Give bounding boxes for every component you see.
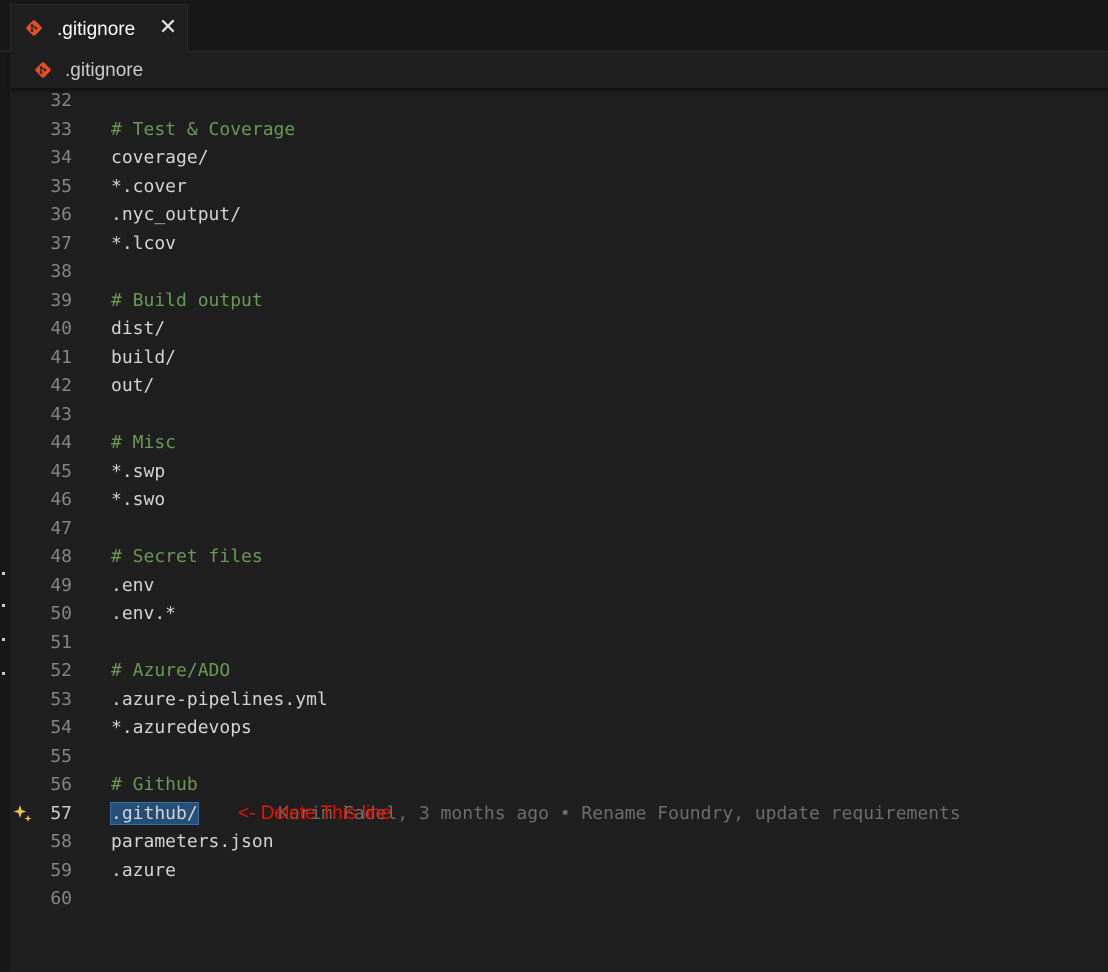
- code-line[interactable]: 41 build/: [10, 344, 1108, 372]
- left-margin-strip: [0, 52, 10, 972]
- change-marker: [2, 672, 5, 675]
- code-text: coverage/: [111, 147, 209, 168]
- line-number: 44: [50, 432, 72, 453]
- line-number: 38: [50, 261, 72, 282]
- line-number: 37: [50, 232, 72, 254]
- git-icon: [35, 62, 51, 78]
- code-line[interactable]: 42 out/: [10, 372, 1108, 400]
- line-number: 52: [50, 660, 72, 681]
- code-line[interactable]: 53 .azure-pipelines.yml: [10, 686, 1108, 714]
- code-text: *.swo: [111, 489, 166, 510]
- code-text: .azure: [111, 859, 177, 881]
- code-text: .env.*: [111, 603, 177, 624]
- code-line[interactable]: 59 .azure: [10, 857, 1108, 885]
- comment-text: # Secret files: [111, 546, 263, 567]
- code-text: dist/: [111, 318, 166, 339]
- comment-text: # Misc: [111, 432, 177, 453]
- line-number: 32: [50, 90, 72, 111]
- line-number: 54: [50, 717, 72, 738]
- code-line[interactable]: 57 .github/Karim Fadel, 3 months ago • Re…: [10, 800, 1108, 828]
- line-number: 42: [50, 375, 72, 396]
- change-marker: [2, 572, 5, 575]
- git-icon: [26, 20, 42, 36]
- code-line[interactable]: 35 *.cover: [10, 173, 1108, 201]
- code-line[interactable]: 55: [10, 743, 1108, 771]
- line-number: 36: [50, 204, 72, 225]
- line-number: 41: [50, 346, 72, 368]
- line-number: 50: [50, 603, 72, 624]
- code-text: *.azuredevops: [111, 717, 252, 738]
- line-number: 56: [50, 774, 72, 795]
- code-line[interactable]: 39 # Build output: [10, 287, 1108, 315]
- code-text: out/: [111, 375, 155, 396]
- code-line[interactable]: 40 dist/: [10, 315, 1108, 343]
- comment-text: # Github: [111, 774, 198, 795]
- change-marker: [2, 638, 5, 641]
- tab-bar: .gitignore ✕: [0, 0, 1108, 52]
- selected-text[interactable]: .github/: [110, 801, 199, 825]
- sparkle-icon[interactable]: [12, 803, 34, 825]
- code-text: .env: [111, 574, 155, 596]
- line-number: 55: [50, 745, 72, 767]
- code-text: *.cover: [111, 175, 187, 197]
- line-number: 34: [50, 147, 72, 168]
- code-line[interactable]: 52 # Azure/ADO: [10, 657, 1108, 685]
- comment-text: # Build output: [111, 289, 263, 311]
- code-line[interactable]: 47: [10, 515, 1108, 543]
- line-number: 58: [50, 831, 72, 852]
- line-number: 33: [50, 118, 72, 140]
- code-line[interactable]: 48 # Secret files: [10, 543, 1108, 571]
- code-line[interactable]: 60: [10, 885, 1108, 913]
- line-number: 47: [50, 517, 72, 539]
- line-number: 59: [50, 859, 72, 881]
- code-text: *.lcov: [111, 232, 177, 254]
- line-number: 48: [50, 546, 72, 567]
- code-text: *.swp: [111, 460, 166, 482]
- code-text: .nyc_output/: [111, 204, 242, 225]
- code-text: .azure-pipelines.yml: [111, 688, 328, 710]
- tab-gitignore[interactable]: .gitignore ✕: [10, 4, 188, 52]
- code-line[interactable]: 32: [10, 87, 1108, 115]
- code-line[interactable]: 56 # Github: [10, 771, 1108, 799]
- comment-text: # Azure/ADO: [111, 660, 231, 681]
- code-line[interactable]: 43: [10, 401, 1108, 429]
- change-marker: [2, 604, 5, 607]
- code-line[interactable]: 33 # Test & Coverage: [10, 116, 1108, 144]
- code-line[interactable]: 36 .nyc_output/: [10, 201, 1108, 229]
- code-line[interactable]: 46 *.swo: [10, 486, 1108, 514]
- code-line[interactable]: 37 *.lcov: [10, 230, 1108, 258]
- code-line[interactable]: 50 .env.*: [10, 600, 1108, 628]
- breadcrumb-item-file[interactable]: .gitignore: [65, 60, 143, 82]
- code-line[interactable]: 49 .env: [10, 572, 1108, 600]
- code-line[interactable]: 38: [10, 258, 1108, 286]
- line-number: 51: [50, 631, 72, 653]
- code-editor[interactable]: 32 33 # Test & Coverage 34 coverage/35 *.cove…: [10, 88, 1108, 972]
- code-line[interactable]: 54 *.azuredevops: [10, 714, 1108, 742]
- line-number: 39: [50, 289, 72, 311]
- code-line[interactable]: 51: [10, 629, 1108, 657]
- line-number: 60: [50, 888, 72, 909]
- line-number: 49: [50, 574, 72, 596]
- comment-text: # Test & Coverage: [111, 118, 296, 140]
- code-text: parameters.json: [111, 831, 274, 852]
- code-line[interactable]: 45 *.swp: [10, 458, 1108, 486]
- code-text: .github/: [110, 800, 199, 828]
- close-icon[interactable]: ✕: [157, 17, 179, 39]
- code-line[interactable]: 58 parameters.json: [10, 828, 1108, 856]
- code-text: build/: [111, 346, 177, 368]
- line-number: 45: [50, 460, 72, 482]
- line-number: 46: [50, 489, 72, 510]
- line-number: 53: [50, 688, 72, 710]
- line-number: 40: [50, 318, 72, 339]
- editor-window: .gitignore ✕ .gitignore 32 33 # Test & Cov…: [0, 0, 1108, 972]
- code-line[interactable]: 44 # Misc: [10, 429, 1108, 457]
- breadcrumb: .gitignore: [10, 52, 1108, 88]
- line-number: 35: [50, 175, 72, 197]
- instruction-annotation: <- Delete This line: [238, 802, 392, 824]
- code-line[interactable]: 34 coverage/: [10, 144, 1108, 172]
- line-number: 43: [50, 403, 72, 425]
- tab-label: .gitignore: [57, 19, 136, 40]
